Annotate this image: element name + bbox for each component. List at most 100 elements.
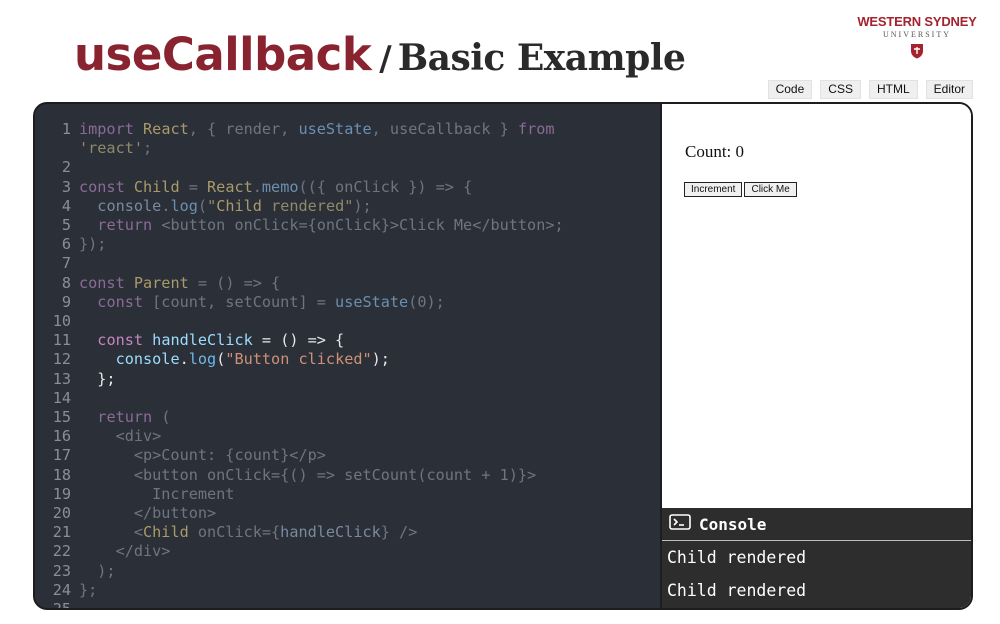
logo-wordmark: WESTERN SYDNEY (857, 14, 977, 29)
console-line: Child rendered (667, 548, 807, 567)
code-editor[interactable]: 1 import React, { render, useState, useCa… (35, 104, 660, 608)
preview-pane: Count: 0 Increment Click Me (662, 104, 971, 508)
code-line: 13 }; (35, 370, 660, 389)
code-text: 'react'; (79, 139, 153, 158)
code-text: return ( (97, 408, 171, 427)
line-number: 13 (52, 369, 71, 388)
output-panel: Count: 0 Increment Click Me Console Chil… (660, 104, 971, 608)
console-header: Console (662, 508, 971, 541)
tab-css[interactable]: CSS (820, 80, 861, 99)
code-line: 21 <Child onClick={handleClick} /> (35, 523, 660, 542)
line-number: 4 (61, 196, 71, 215)
line-number: 19 (52, 484, 71, 503)
line-number: 16 (52, 427, 71, 446)
code-text: <div> (79, 427, 162, 446)
code-line: 25 (35, 600, 660, 608)
line-number: 3 (61, 177, 71, 196)
code-line: 19 Increment (35, 485, 660, 504)
title-separator: / (379, 39, 392, 79)
line-number: 9 (61, 292, 71, 311)
code-line: 12 console.log("Button clicked"); (35, 350, 660, 369)
playground-frame: 1 import React, { render, useState, useCa… (33, 102, 973, 610)
line-number: 10 (52, 312, 71, 331)
code-line: 22 </div> (35, 542, 660, 561)
code-text: <Child onClick={handleClick} /> (79, 523, 418, 542)
line-number: 22 (52, 542, 71, 561)
logo-subtext: UNIVERSITY (883, 30, 951, 39)
code-line: 9 const [count, setCount] = useState(0); (35, 293, 660, 312)
preview-buttons: Increment Click Me (684, 182, 797, 197)
code-line: 15 return ( (35, 408, 660, 427)
title-subtitle: Basic Example (397, 37, 686, 79)
click-me-button[interactable]: Click Me (744, 182, 797, 197)
code-text: }; (79, 580, 98, 599)
code-line: 7 (35, 254, 660, 273)
code-text: const handleClick = () => { (97, 331, 345, 350)
code-line: 17 <p>Count: {count}</p> (35, 446, 660, 465)
console-title: Console (699, 514, 767, 534)
line-number: 6 (61, 235, 71, 254)
code-line: 24}; (35, 581, 660, 600)
line-number: 12 (52, 350, 71, 369)
code-text: </div> (79, 542, 171, 561)
code-line: 23 ); (35, 562, 660, 581)
line-number: 24 (52, 580, 71, 599)
code-text: import React, { render, useState, useCal… (79, 120, 555, 138)
code-text: </button> (79, 504, 217, 523)
console-panel: Console Child rendered Child rendered (662, 508, 971, 608)
tab-code[interactable]: Code (767, 80, 813, 99)
code-text: const [count, setCount] = useState(0); (97, 292, 445, 311)
code-text: <button onClick={() => setCount(count + … (79, 465, 537, 484)
code-line: 16 <div> (35, 427, 660, 446)
title-main: useCallback (74, 28, 372, 81)
code-line: 'react'; (35, 139, 660, 158)
line-number: 7 (61, 254, 71, 273)
line-number: 8 (61, 273, 71, 292)
code-text: console.log("Child rendered"); (97, 196, 372, 215)
console-line: Child rendered (667, 581, 807, 600)
shield-icon (910, 43, 924, 64)
tab-bar: Code CSS HTML Editor (767, 80, 973, 99)
line-number: 20 (52, 504, 71, 523)
code-text: const Parent = () => { (79, 273, 281, 292)
page-title: useCallback / Basic Example (74, 28, 686, 88)
code-text: console.log("Button clicked"); (115, 350, 390, 369)
code-line: 5 return <button onClick={onClick}>Click… (35, 216, 660, 235)
code-text: <p>Count: {count}</p> (79, 446, 326, 465)
line-number (35, 139, 79, 158)
code-line: 1 import React, { render, useState, useCa… (35, 120, 660, 139)
code-line: 3 const Child = React.memo(({ onClick }) … (35, 178, 660, 197)
line-number: 21 (52, 523, 71, 542)
code-line: 11 const handleClick = () => { (35, 331, 660, 350)
line-number: 17 (52, 446, 71, 465)
line-number: 5 (61, 216, 71, 235)
code-line: 10 (35, 312, 660, 331)
code-line: 20 </button> (35, 504, 660, 523)
code-text: const Child = React.memo(({ onClick }) =… (79, 177, 473, 196)
terminal-icon (669, 514, 691, 534)
code-line: 2 (35, 158, 660, 177)
tab-editor[interactable]: Editor (925, 80, 973, 99)
line-number: 25 (35, 600, 79, 608)
code-line: 14 (35, 389, 660, 408)
line-number: 11 (52, 331, 71, 350)
code-text: }; (79, 369, 116, 388)
line-number: 23 (52, 561, 71, 580)
code-line: 6}); (35, 235, 660, 254)
line-number: 15 (52, 408, 71, 427)
tab-html[interactable]: HTML (868, 80, 918, 99)
code-line: 4 console.log("Child rendered"); (35, 197, 660, 216)
line-number: 1 (61, 120, 71, 138)
count-text: Count: 0 (685, 142, 745, 161)
line-number: 14 (52, 388, 71, 407)
code-line: 8 const Parent = () => { (35, 274, 660, 293)
university-logo: WESTERN SYDNEY UNIVERSITY (856, 14, 978, 64)
line-number: 18 (52, 465, 71, 484)
code-text: Increment (79, 484, 235, 503)
increment-button[interactable]: Increment (684, 182, 743, 197)
code-text: ); (79, 561, 116, 580)
code-text: }); (79, 235, 107, 254)
code-text: return <button onClick={onClick}>Click M… (97, 216, 564, 235)
code-line: 18 <button onClick={() => setCount(count… (35, 466, 660, 485)
line-number: 2 (61, 158, 71, 177)
